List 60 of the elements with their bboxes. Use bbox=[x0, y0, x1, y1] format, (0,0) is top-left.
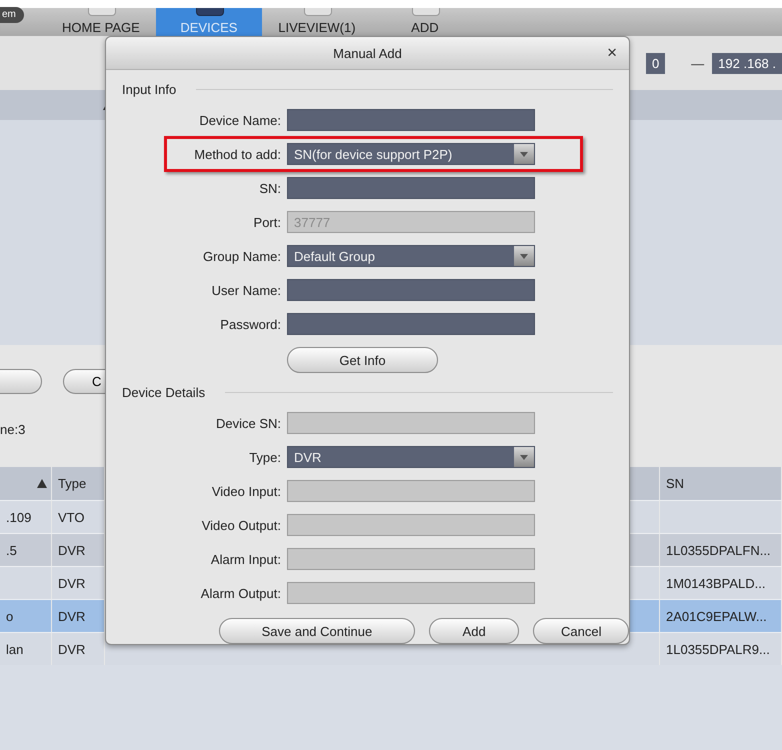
field-label: Device Name: bbox=[198, 112, 281, 128]
table-cell: .109 bbox=[0, 500, 52, 533]
user-pill[interactable]: em bbox=[0, 7, 24, 23]
field-label: Password: bbox=[219, 316, 281, 332]
header-text: Type bbox=[58, 476, 86, 491]
table-cell: o bbox=[0, 599, 52, 632]
field-label: Video Input: bbox=[210, 484, 281, 498]
table-cell: VTO bbox=[52, 500, 105, 533]
section-heading: Input Info bbox=[122, 82, 176, 97]
tab-icon bbox=[304, 8, 332, 16]
input-field[interactable] bbox=[287, 177, 535, 199]
field-label: User Name: bbox=[210, 282, 281, 298]
nav-tab[interactable]: ADD bbox=[372, 8, 478, 36]
dialog-title: Manual Add bbox=[333, 46, 402, 60]
input-field[interactable] bbox=[287, 279, 535, 301]
field-label: Group Name: bbox=[202, 248, 281, 264]
caret-icon bbox=[514, 447, 534, 467]
table-cell: 1L0355DPALR9... bbox=[660, 632, 782, 665]
field-label: Alarm Output: bbox=[200, 586, 281, 600]
nav-tab[interactable]: LIVEVIEW(1) bbox=[264, 8, 370, 36]
field-label: Type: bbox=[248, 450, 281, 464]
field-label: SN: bbox=[258, 180, 281, 196]
table-cell: lan bbox=[0, 632, 52, 665]
dialog-button[interactable]: Cancel bbox=[533, 618, 629, 644]
field-label: Device SN: bbox=[214, 416, 281, 430]
tab-icon bbox=[196, 8, 224, 16]
table-cell: DVR bbox=[52, 632, 105, 665]
tab-icon bbox=[88, 8, 116, 16]
table-cell: 1M0143BPALD... bbox=[660, 566, 782, 599]
count-label: ne:3 bbox=[0, 422, 26, 437]
range-dash: — bbox=[691, 56, 704, 70]
field-label: Alarm Input: bbox=[210, 552, 281, 566]
input-field[interactable] bbox=[287, 313, 535, 335]
field-label: Method to add: bbox=[193, 146, 281, 162]
table-cell: DVR bbox=[52, 599, 105, 632]
column-header[interactable]: SN bbox=[660, 467, 782, 500]
column-header[interactable]: Type bbox=[52, 467, 105, 500]
close-button[interactable]: × bbox=[603, 43, 621, 63]
table-cell: 1L0355DPALFN... bbox=[660, 533, 782, 566]
table-cell: 2A01C9EPALW... bbox=[660, 599, 782, 632]
field-label: Port: bbox=[252, 214, 281, 230]
header-text: SN bbox=[666, 476, 684, 491]
caret-icon bbox=[514, 246, 534, 266]
ip-field[interactable]: 0 bbox=[646, 52, 666, 74]
field-label: Video Output: bbox=[200, 518, 281, 532]
tab-icon bbox=[412, 8, 440, 16]
input-field[interactable] bbox=[287, 109, 535, 131]
dialog-button[interactable]: Save and Continue bbox=[219, 618, 415, 644]
get-info-button[interactable]: Get Info bbox=[287, 347, 438, 373]
table-cell: .5 bbox=[0, 533, 52, 566]
ip-field[interactable]: 192 .168 . bbox=[712, 52, 782, 74]
dropdown[interactable]: Default Group bbox=[287, 245, 535, 267]
table-cell: DVR bbox=[52, 533, 105, 566]
dropdown[interactable]: DVR bbox=[287, 446, 535, 468]
dialog-button[interactable]: Add bbox=[428, 618, 520, 644]
table-cell: DVR bbox=[52, 566, 105, 599]
dropdown[interactable]: SN(for device support P2P) bbox=[287, 143, 535, 165]
caret-icon bbox=[514, 144, 534, 164]
column-header[interactable] bbox=[0, 467, 52, 500]
nav-tab[interactable]: HOME PAGE bbox=[48, 8, 154, 36]
